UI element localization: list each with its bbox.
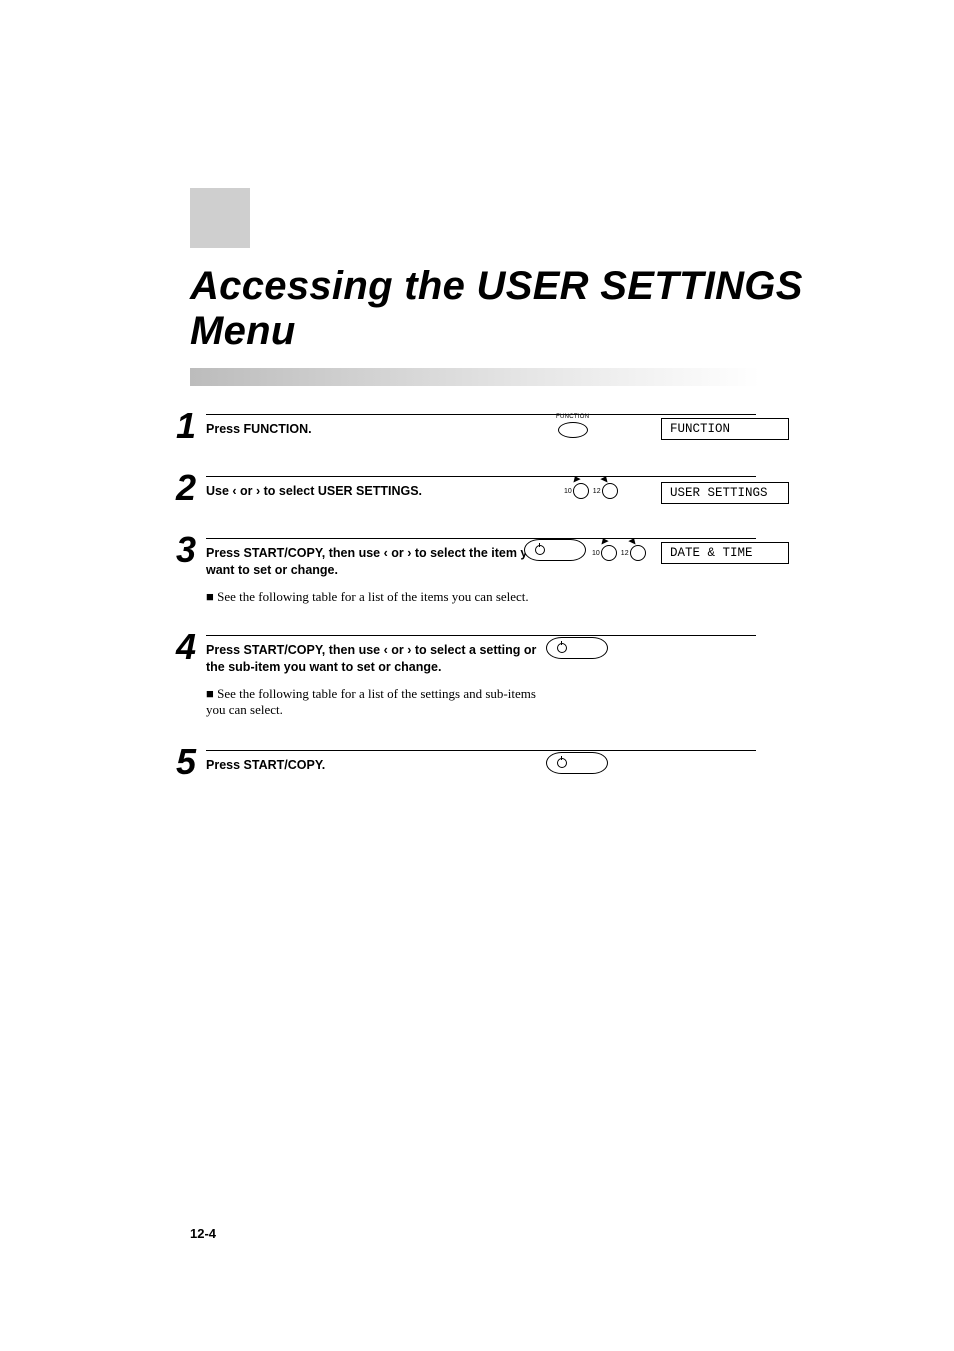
step-instruction: Use ‹ or › to select USER SETTINGS.: [206, 483, 526, 500]
keypad-12-label: 12: [593, 488, 601, 495]
step-rule: [206, 414, 756, 415]
step-icons: 10 12: [524, 538, 646, 561]
step-icons: FUNCTION: [556, 414, 589, 438]
step-2: 2 Use ‹ or › to select USER SETTINGS. 10: [166, 470, 766, 506]
start-copy-button-icon: [546, 637, 608, 659]
step-1: 1 Press FUNCTION. FUNCTION FUNCTION: [166, 408, 766, 444]
round-button-icon: [630, 545, 646, 561]
function-button-label: FUNCTION: [556, 414, 589, 420]
steps-container: 1 Press FUNCTION. FUNCTION FUNCTION 2 Us…: [166, 408, 766, 780]
display-wrap: USER SETTINGS: [661, 482, 789, 504]
step-instruction: Press FUNCTION.: [206, 421, 526, 438]
page-title-line2: Menu: [190, 308, 296, 354]
page-title-line1: Accessing the USER SETTINGS: [190, 263, 803, 309]
keypad-12-icon: 12: [621, 538, 646, 561]
step-icons: [546, 752, 608, 774]
lcd-display: USER SETTINGS: [661, 482, 789, 504]
function-button-icon: FUNCTION: [556, 414, 589, 438]
lcd-display: FUNCTION: [661, 418, 789, 440]
keypad-12-icon: 12: [593, 476, 618, 499]
step-instruction: Press START/COPY, then use ‹ or › to sel…: [206, 642, 551, 676]
keypad-10-label: 10: [564, 488, 572, 495]
round-button-icon: [602, 483, 618, 499]
step-note: See the following table for a list of th…: [206, 589, 536, 605]
display-wrap: DATE & TIME: [661, 542, 789, 564]
step-number: 2: [166, 470, 206, 506]
step-number: 4: [166, 629, 206, 665]
round-button-icon: [573, 483, 589, 499]
step-instruction: Press START/COPY, then use ‹ or › to sel…: [206, 545, 551, 579]
step-3: 3 Press START/COPY, then use ‹ or › to s…: [166, 532, 766, 605]
step-5: 5 Press START/COPY.: [166, 744, 766, 780]
arrow-left-icon: [600, 537, 609, 545]
step-icons: 10 12: [564, 476, 618, 499]
step-4: 4 Press START/COPY, then use ‹ or › to s…: [166, 629, 766, 718]
step-note: See the following table for a list of th…: [206, 686, 536, 718]
step-icons: [546, 637, 608, 659]
start-copy-button-icon: [546, 752, 608, 774]
keypad-12-label: 12: [621, 550, 629, 557]
page-number: 12-4: [190, 1226, 216, 1241]
arrow-buttons-icon: 10 12: [564, 476, 618, 499]
arrow-left-icon: [572, 475, 581, 483]
step-rule: [206, 476, 756, 477]
round-button-icon: [601, 545, 617, 561]
oval-button-icon: [558, 422, 588, 438]
display-wrap: FUNCTION: [661, 418, 789, 440]
step-rule: [206, 635, 756, 636]
step-number: 3: [166, 532, 206, 568]
keypad-10-icon: 10: [592, 538, 617, 561]
keypad-10-label: 10: [592, 550, 600, 557]
section-accent-block: [190, 188, 250, 248]
step-number: 1: [166, 408, 206, 444]
step-instruction: Press START/COPY.: [206, 757, 526, 774]
step-rule: [206, 538, 756, 539]
gradient-divider: [190, 368, 760, 386]
keypad-10-icon: 10: [564, 476, 589, 499]
step-rule: [206, 750, 756, 751]
arrow-buttons-icon: 10 12: [592, 538, 646, 561]
arrow-right-icon: [629, 537, 638, 545]
start-copy-button-icon: [524, 539, 586, 561]
step-number: 5: [166, 744, 206, 780]
lcd-display: DATE & TIME: [661, 542, 789, 564]
arrow-right-icon: [601, 475, 610, 483]
